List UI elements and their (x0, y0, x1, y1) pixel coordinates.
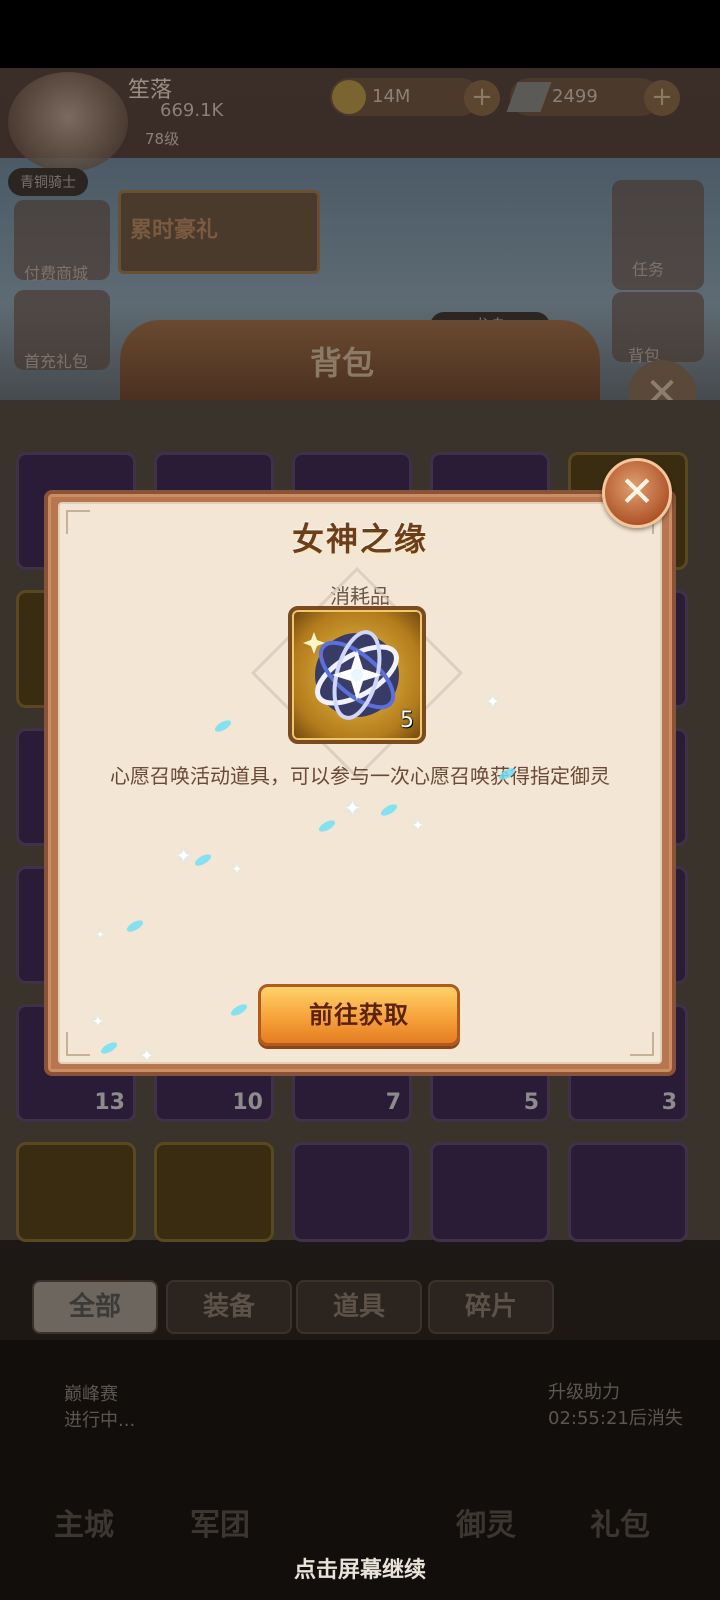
bag-slot[interactable] (430, 1142, 550, 1242)
nav-spirits[interactable]: 御灵 (456, 1500, 516, 1544)
gem-amount: 2499 (552, 86, 598, 107)
go-obtain-button[interactable]: 前往获取 (258, 984, 460, 1046)
bag-title: 背包 (310, 344, 375, 382)
levelup-timer: 02:55:21后消失 (548, 1408, 683, 1429)
tab-equipment[interactable]: 装备 (166, 1280, 292, 1334)
slot-count: 5 (523, 1090, 539, 1115)
item-description: 心愿召唤活动道具，可以参与一次心愿召唤获得指定御灵 (110, 764, 610, 788)
player-title-tag: 青铜骑士 (8, 168, 88, 196)
sparkle-effect: ✦ (344, 796, 361, 820)
bag-slot[interactable] (568, 1142, 688, 1242)
task-label: 任务 (632, 260, 665, 279)
nav-gift[interactable]: 礼包 (590, 1500, 650, 1544)
bag-slot[interactable] (16, 1142, 136, 1242)
slot-count: 13 (94, 1090, 125, 1115)
shop-label: 付费商城 (24, 264, 89, 283)
nav-guild[interactable]: 军团 (190, 1500, 250, 1544)
bag-slot[interactable] (292, 1142, 412, 1242)
sparkle-effect: ✦ (92, 1014, 104, 1030)
gold-coin-icon (332, 80, 366, 114)
nav-main-city[interactable]: 主城 (54, 1500, 114, 1544)
dialog-close-button[interactable]: ✕ (602, 458, 672, 528)
avatar[interactable] (8, 72, 128, 172)
sparkle-effect: ✦ (176, 846, 192, 867)
tab-fragments[interactable]: 碎片 (428, 1280, 554, 1334)
ornament-corner (630, 1032, 654, 1056)
peak-match-title: 巅峰赛 (64, 1384, 118, 1405)
add-gem-button[interactable]: + (644, 80, 680, 116)
promo-banner-label: 累时豪礼 (130, 217, 219, 243)
close-icon: ✕ (619, 467, 655, 516)
sparkle-effect: ✦ (412, 818, 424, 834)
player-power: 669.1K (160, 100, 224, 121)
slot-count: 10 (232, 1090, 263, 1115)
tab-items[interactable]: 道具 (296, 1280, 422, 1334)
sparkle-effect: ✦ (486, 692, 500, 711)
sparkle-effect: ✦ (232, 862, 243, 876)
ornament-corner (66, 1032, 90, 1056)
tap-to-continue-hint[interactable]: 点击屏幕继续 (0, 1552, 720, 1584)
slot-count: 3 (661, 1090, 677, 1115)
add-gold-button[interactable]: + (464, 80, 500, 116)
sparkle-effect: ✦ (140, 1046, 154, 1065)
status-bar (0, 0, 720, 68)
levelup-title: 升级助力 (548, 1382, 620, 1403)
peak-match-status: 进行中... (64, 1410, 136, 1431)
gold-amount: 14M (372, 86, 411, 107)
sparkle-effect: ✦ (96, 930, 105, 941)
tab-all[interactable]: 全部 (32, 1280, 158, 1334)
player-level: 78级 (145, 130, 180, 148)
bag-slot[interactable] (154, 1142, 274, 1242)
slot-count: 7 (385, 1090, 401, 1115)
first-recharge-label: 首充礼包 (24, 352, 89, 371)
item-quantity: 5 (400, 708, 414, 733)
